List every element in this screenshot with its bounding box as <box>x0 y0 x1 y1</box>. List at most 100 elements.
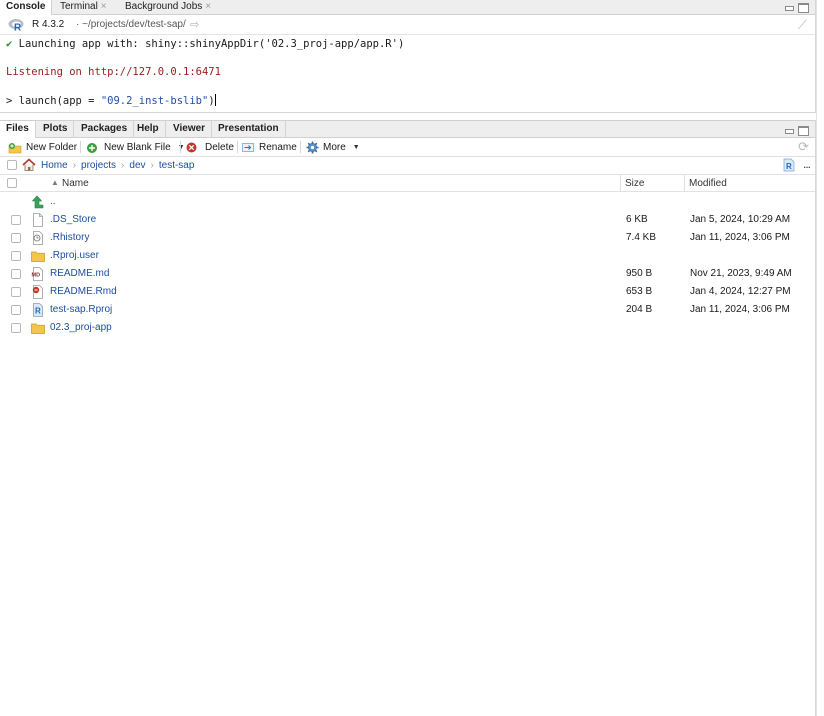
svg-text:R: R <box>14 23 22 32</box>
new-folder-label: New Folder <box>26 142 78 153</box>
console-tabbar: Console Terminal × Background Jobs × <box>0 0 815 16</box>
svg-text:MD: MD <box>32 273 41 279</box>
breadcrumb-separator-icon: › <box>72 160 77 171</box>
gear-icon <box>306 141 319 154</box>
breadcrumb-test-sap[interactable]: test-sap <box>159 160 195 171</box>
tab-presentation[interactable]: Presentation <box>212 121 286 138</box>
column-header-modified[interactable]: Modified <box>689 178 727 189</box>
rename-button[interactable]: Rename <box>242 140 297 155</box>
refresh-icon[interactable]: ⟳ <box>798 139 809 155</box>
column-header-size[interactable]: Size <box>625 178 644 189</box>
breadcrumb-home[interactable]: Home <box>41 160 68 171</box>
home-icon[interactable] <box>22 158 36 172</box>
r-version: R 4.3.2 <box>32 19 65 30</box>
close-icon[interactable]: × <box>101 1 107 12</box>
file-row[interactable]: .DS_Store 6 KB Jan 5, 2024, 10:29 AM <box>0 211 816 229</box>
files-pane: Files Plots Packages Help Viewer Present… <box>0 120 816 716</box>
column-header-name[interactable]: Name <box>62 178 89 189</box>
file-list-header: ▲ Name Size Modified <box>0 175 815 192</box>
new-blank-file-label: New Blank File <box>104 142 171 153</box>
folder-row[interactable]: 02.3_proj-app <box>0 319 816 337</box>
command-string: "09.2_inst-bslib" <box>100 95 209 107</box>
row-checkbox[interactable] <box>11 233 21 243</box>
file-name[interactable]: .DS_Store <box>50 214 96 225</box>
file-modified: Nov 21, 2023, 9:49 AM <box>690 268 792 279</box>
markdown-file-icon: MD <box>32 267 43 281</box>
file-name[interactable]: README.md <box>50 268 109 279</box>
project-dir-icon[interactable]: R <box>783 158 795 172</box>
row-checkbox[interactable] <box>11 251 21 261</box>
rename-label: Rename <box>259 142 297 153</box>
file-name[interactable]: README.Rmd <box>50 286 117 297</box>
row-checkbox[interactable] <box>11 323 21 333</box>
delete-button[interactable]: Delete <box>186 140 234 155</box>
svg-text:R: R <box>786 162 792 171</box>
svg-text:R: R <box>35 307 41 316</box>
file-name[interactable]: test-sap.Rproj <box>50 304 112 315</box>
file-size: 653 B <box>626 286 653 297</box>
dropdown-caret-icon: ▼ <box>352 144 360 151</box>
breadcrumb-separator-icon: › <box>121 160 125 171</box>
console-path-bar: R R 4.3.2 · ~/projects/dev/test-sap/ ⇨ ⟋ <box>0 15 815 35</box>
header-checkbox[interactable] <box>7 178 17 188</box>
row-checkbox[interactable] <box>11 269 21 279</box>
minimize-icon[interactable] <box>784 3 795 12</box>
tab-background-jobs-label: Background Jobs <box>125 1 203 12</box>
column-divider <box>684 175 685 191</box>
select-all-checkbox[interactable] <box>7 160 17 170</box>
tab-plots[interactable]: Plots <box>37 121 75 138</box>
clear-console-icon[interactable]: ⟋ <box>798 17 807 33</box>
tab-background-jobs[interactable]: Background Jobs × <box>119 0 217 15</box>
file-modified: Jan 11, 2024, 3:06 PM <box>690 232 790 243</box>
breadcrumb-separator-icon: › <box>150 160 154 171</box>
file-row[interactable]: .Rhistory 7.4 KB Jan 11, 2024, 3:06 PM <box>0 229 816 247</box>
folder-name[interactable]: 02.3_proj-app <box>50 322 112 333</box>
file-size: 7.4 KB <box>626 232 657 243</box>
parent-directory-link[interactable]: .. <box>50 196 56 207</box>
file-row[interactable]: MD README.md 950 B Nov 21, 2023, 9:49 AM <box>0 265 816 283</box>
file-size: 204 B <box>626 304 653 315</box>
breadcrumb-projects[interactable]: projects <box>81 160 116 171</box>
tab-help[interactable]: Help <box>131 121 166 138</box>
parent-directory-row[interactable]: .. <box>0 193 816 211</box>
text-cursor <box>214 94 216 106</box>
file-modified: Jan 4, 2024, 12:27 PM <box>690 286 791 297</box>
goto-directory-icon[interactable]: ⇨ <box>190 18 199 31</box>
more-button[interactable]: More ▼ <box>306 140 360 155</box>
close-icon[interactable]: × <box>205 1 211 12</box>
row-checkbox[interactable] <box>11 287 21 297</box>
file-size: 950 B <box>626 268 653 279</box>
file-row[interactable]: R test-sap.Rproj 204 B Jan 11, 2024, 3:0… <box>0 301 816 319</box>
r-logo-icon: R <box>8 19 24 32</box>
folder-row[interactable]: .Rproj.user <box>0 247 816 265</box>
delete-icon <box>186 142 197 153</box>
row-checkbox[interactable] <box>11 305 21 315</box>
file-row[interactable]: README.Rmd 653 B Jan 4, 2024, 12:27 PM <box>0 283 816 301</box>
tab-files-label: Files <box>6 123 29 134</box>
blank-file-icon <box>33 213 43 227</box>
minimize-icon[interactable] <box>784 126 795 135</box>
tab-viewer[interactable]: Viewer <box>167 121 213 138</box>
folder-name[interactable]: .Rproj.user <box>50 250 99 261</box>
tab-files[interactable]: Files <box>0 121 36 139</box>
new-folder-button[interactable]: New Folder <box>8 140 77 155</box>
more-options-icon[interactable]: ... <box>803 157 811 171</box>
tab-console[interactable]: Console <box>0 0 53 16</box>
files-window-controls <box>784 126 809 136</box>
breadcrumb-items: Home › projects › dev › test-sap <box>41 160 194 171</box>
column-divider <box>620 175 621 191</box>
rproj-file-icon: R <box>33 303 43 317</box>
console-window-controls <box>784 3 809 13</box>
file-name[interactable]: .Rhistory <box>50 232 89 243</box>
maximize-icon[interactable] <box>798 126 809 136</box>
tab-packages[interactable]: Packages <box>75 121 135 138</box>
toolbar-divider <box>300 141 301 153</box>
more-label: More <box>323 142 346 153</box>
row-checkbox[interactable] <box>11 215 21 225</box>
breadcrumb-dev[interactable]: dev <box>129 160 145 171</box>
console-input-line[interactable]: > launch(app = "09.2_inst-bslib") <box>6 94 216 107</box>
tab-terminal[interactable]: Terminal × <box>54 0 113 15</box>
new-blank-file-button[interactable]: New Blank File ▼ <box>86 140 185 155</box>
tab-viewer-label: Viewer <box>173 123 206 134</box>
maximize-icon[interactable] <box>798 3 809 13</box>
